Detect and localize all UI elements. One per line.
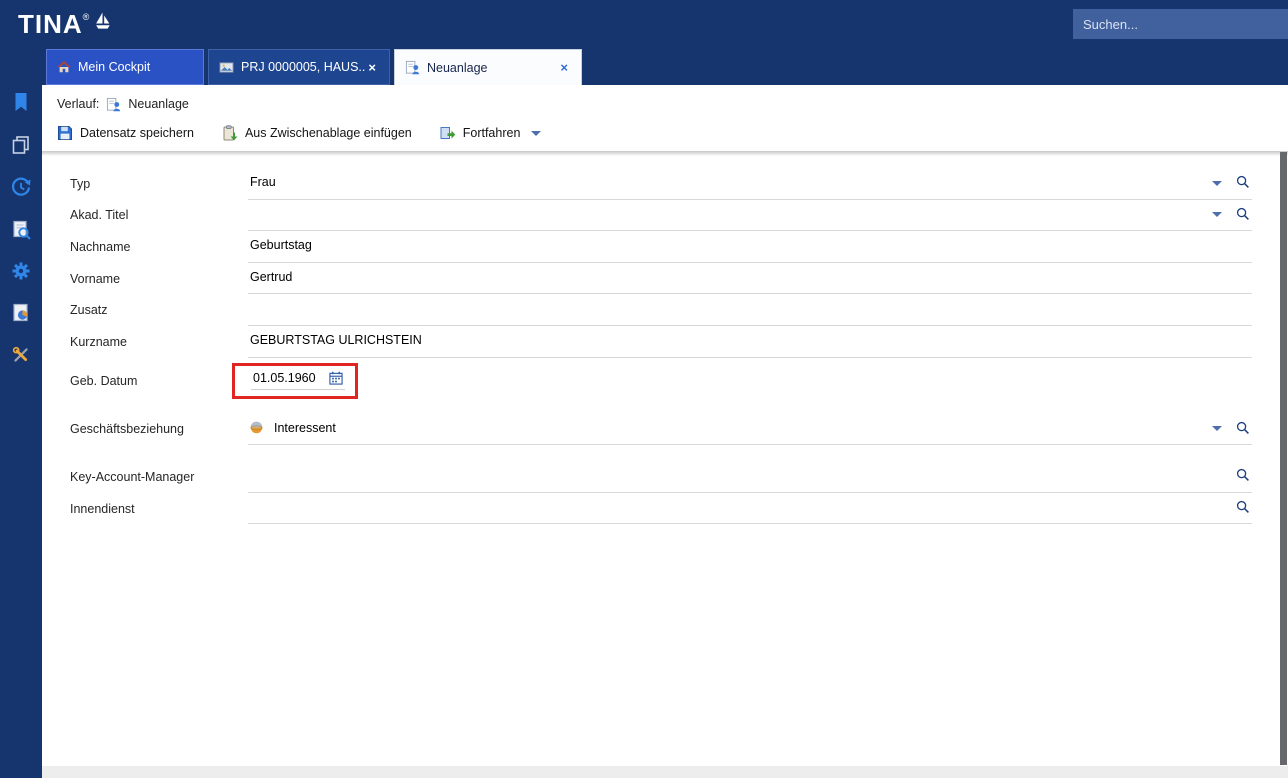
history-label: Verlauf:	[57, 97, 99, 111]
trademark-symbol: ®	[83, 12, 90, 22]
field-label: Vorname	[70, 272, 248, 286]
field-value[interactable]: 01.05.1960	[253, 371, 316, 385]
continue-label: Fortfahren	[463, 126, 521, 140]
nachname-field[interactable]: Geburtstag	[248, 231, 1252, 263]
field-value[interactable]: Geburtstag	[248, 238, 1252, 254]
search-input[interactable]	[1073, 9, 1288, 39]
chevron-down-icon[interactable]	[531, 131, 541, 136]
form-field-key-account-manager: Key-Account-Manager	[70, 461, 1288, 493]
field-value[interactable]: Frau	[248, 175, 1212, 191]
lookup-icon[interactable]	[1236, 207, 1250, 221]
lookup-icon[interactable]	[1236, 500, 1250, 514]
windows-copy-icon[interactable]	[10, 134, 32, 156]
history-row: Verlauf: Neuanlage	[42, 85, 1288, 115]
continue-icon	[440, 125, 456, 141]
close-icon[interactable]: ×	[557, 59, 571, 76]
tab-label: Neuanlage	[427, 61, 487, 75]
vorname-field[interactable]: Gertrud	[248, 263, 1252, 295]
lookup-icon[interactable]	[1236, 468, 1250, 482]
geschaeftsbeziehung-field[interactable]: Interessent	[248, 414, 1252, 446]
paste-button[interactable]: Aus Zwischenablage einfügen	[222, 125, 412, 141]
record-form: Typ Frau Akad. Titel Nachname	[42, 156, 1288, 524]
person-form-icon	[405, 60, 420, 75]
modules-gear-icon[interactable]	[10, 260, 32, 282]
sailboat-icon	[94, 11, 111, 36]
form-field-kurzname: Kurzname GEBURTSTAG ULRICHSTEIN	[70, 326, 1288, 358]
form-field-geschaeftsbeziehung: Geschäftsbeziehung Interessent	[70, 414, 1288, 446]
save-label: Datensatz speichern	[80, 126, 194, 140]
field-label: Kurzname	[70, 335, 248, 349]
innendienst-field[interactable]	[248, 493, 1252, 525]
dropdown-icon[interactable]	[1212, 426, 1222, 431]
dropdown-icon[interactable]	[1212, 181, 1222, 186]
paste-icon	[222, 125, 238, 141]
lookup-icon[interactable]	[1236, 175, 1250, 189]
field-label: Geschäftsbeziehung	[70, 422, 248, 436]
history-item[interactable]: Neuanlage	[128, 97, 188, 111]
highlight-box: 01.05.1960	[232, 363, 358, 399]
app-logo-text: TINA	[18, 9, 83, 39]
continue-button[interactable]: Fortfahren	[440, 125, 542, 141]
form-field-innendienst: Innendienst	[70, 493, 1288, 525]
bottom-strip	[42, 766, 1288, 778]
history-item-icon	[106, 97, 121, 112]
field-value[interactable]: Gertrud	[248, 270, 1252, 286]
field-label: Innendienst	[70, 502, 248, 516]
field-label: Zusatz	[70, 303, 248, 317]
form-field-zusatz: Zusatz	[70, 294, 1288, 326]
field-value[interactable]	[248, 214, 1212, 216]
akad-titel-field[interactable]	[248, 200, 1252, 232]
search-document-icon[interactable]	[10, 219, 32, 241]
project-icon	[219, 60, 234, 75]
geb-datum-field[interactable]: 01.05.1960	[251, 371, 345, 390]
sidebar	[0, 85, 42, 778]
paste-label: Aus Zwischenablage einfügen	[245, 126, 412, 140]
kurzname-field[interactable]: GEBURTSTAG ULRICHSTEIN	[248, 326, 1252, 358]
topbar: TINA ®	[0, 0, 1288, 48]
app-logo: TINA ®	[18, 9, 111, 39]
form-field-geb-datum: Geb. Datum 01.05.1960	[70, 358, 1288, 404]
field-value[interactable]	[248, 475, 1232, 477]
report-pie-icon[interactable]	[10, 302, 32, 324]
form-field-nachname: Nachname Geburtstag	[70, 231, 1288, 263]
globe-icon	[250, 421, 263, 434]
tab-label: Mein Cockpit	[78, 60, 150, 74]
close-icon[interactable]: ×	[365, 59, 379, 76]
tab-mein-cockpit[interactable]: Mein Cockpit	[46, 49, 204, 85]
tools-icon[interactable]	[10, 344, 32, 366]
calendar-icon[interactable]	[329, 371, 343, 385]
toolbar: Datensatz speichern Aus Zwischenablage e…	[42, 115, 1288, 151]
field-label: Geb. Datum	[70, 374, 248, 388]
field-value[interactable]	[248, 309, 1252, 311]
typ-field[interactable]: Frau	[248, 168, 1252, 200]
field-label: Key-Account-Manager	[70, 470, 248, 484]
form-field-akad-titel: Akad. Titel	[70, 200, 1288, 232]
field-label: Akad. Titel	[70, 208, 248, 222]
tab-prj-0000005[interactable]: PRJ 0000005, HAUS... ×	[208, 49, 390, 85]
key-account-manager-field[interactable]	[248, 461, 1252, 493]
field-label: Typ	[70, 177, 248, 191]
dropdown-icon[interactable]	[1212, 212, 1222, 217]
zusatz-field[interactable]	[248, 294, 1252, 326]
field-value[interactable]	[248, 507, 1232, 509]
vertical-scrollbar[interactable]	[1280, 152, 1287, 765]
save-button[interactable]: Datensatz speichern	[57, 125, 194, 141]
home-icon	[57, 60, 71, 74]
history-icon[interactable]	[10, 176, 32, 198]
save-icon	[57, 125, 73, 141]
lookup-icon[interactable]	[1236, 421, 1250, 435]
field-label: Nachname	[70, 240, 248, 254]
tab-bar: Mein Cockpit PRJ 0000005, HAUS... × Neua…	[0, 48, 1288, 85]
bookmark-icon[interactable]	[10, 91, 32, 113]
field-value[interactable]: Interessent	[272, 421, 1212, 437]
field-value[interactable]: GEBURTSTAG ULRICHSTEIN	[248, 333, 1252, 349]
tab-neuanlage[interactable]: Neuanlage ×	[394, 49, 582, 85]
tab-label: PRJ 0000005, HAUS...	[241, 60, 365, 74]
form-field-vorname: Vorname Gertrud	[70, 263, 1288, 295]
main-content: Verlauf: Neuanlage Datensatz speichern	[42, 85, 1288, 778]
form-field-typ: Typ Frau	[70, 168, 1288, 200]
